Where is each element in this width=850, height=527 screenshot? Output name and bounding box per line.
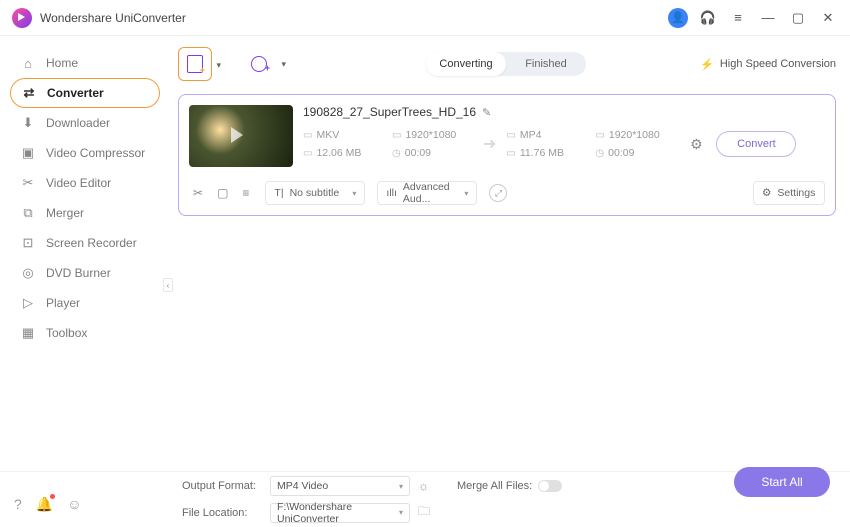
open-folder-icon[interactable]: 🗀 bbox=[418, 502, 430, 523]
audio-icon: ıllı bbox=[386, 187, 397, 199]
sidebar-item-dvd[interactable]: ◎DVD Burner bbox=[10, 258, 160, 288]
play-icon: ▷ bbox=[20, 295, 36, 311]
sidebar-item-toolbox[interactable]: ▦Toolbox bbox=[10, 318, 160, 348]
target-meta: ▭MP4 ▭1920*1080 ▭11.76 MB ◷00:09 bbox=[506, 129, 676, 159]
clock-icon: ◷ bbox=[392, 148, 401, 159]
app-title: Wondershare UniConverter bbox=[40, 11, 668, 25]
settings-dropdown[interactable]: ⚙Settings bbox=[753, 181, 825, 205]
info-icon[interactable]: ⤢ bbox=[489, 184, 507, 202]
sidebar-item-compressor[interactable]: ▣Video Compressor bbox=[10, 138, 160, 168]
footer: ? 🔔 ☺ Output Format: MP4 Video▾ ☼ Merge … bbox=[0, 471, 850, 527]
maximize-button[interactable]: ▢ bbox=[788, 8, 808, 28]
subtitle-icon: T| bbox=[274, 187, 283, 199]
resolution-icon: ▭ bbox=[595, 130, 604, 141]
format-icon: ▭ bbox=[303, 130, 312, 141]
edit-name-icon[interactable]: ✎ bbox=[482, 106, 491, 119]
clock-icon: ◷ bbox=[595, 148, 604, 159]
support-icon[interactable]: 🎧 bbox=[698, 8, 718, 28]
merge-toggle[interactable] bbox=[538, 480, 562, 492]
grid-icon: ▦ bbox=[20, 325, 36, 341]
sidebar-item-player[interactable]: ▷Player bbox=[10, 288, 160, 318]
scissors-icon: ✂ bbox=[20, 175, 36, 191]
sidebar-item-downloader[interactable]: ⬇Downloader bbox=[10, 108, 160, 138]
download-icon: ⬇ bbox=[20, 115, 36, 131]
app-logo-icon bbox=[12, 8, 32, 28]
resolution-icon: ▭ bbox=[392, 130, 401, 141]
sidebar-item-converter[interactable]: ⇄Converter bbox=[10, 78, 160, 108]
record-icon: ⊡ bbox=[20, 235, 36, 251]
file-plus-icon bbox=[187, 55, 203, 73]
titlebar: Wondershare UniConverter 👤 🎧 ≡ — ▢ ✕ bbox=[0, 0, 850, 36]
sidebar-item-recorder[interactable]: ⊡Screen Recorder bbox=[10, 228, 160, 258]
crop-icon[interactable]: ▢ bbox=[217, 186, 228, 200]
output-options-icon[interactable]: ☼ bbox=[418, 479, 429, 493]
format-icon: ▭ bbox=[506, 130, 515, 141]
video-thumbnail[interactable] bbox=[189, 105, 293, 167]
home-icon: ⌂ bbox=[20, 55, 36, 71]
add-file-button[interactable]: ▾ bbox=[178, 47, 212, 81]
sidebar-item-merger[interactable]: ⧉Merger bbox=[10, 198, 160, 228]
link-plus-icon bbox=[251, 56, 267, 72]
merge-label: Merge All Files: bbox=[457, 480, 532, 492]
feedback-icon[interactable]: ☺ bbox=[67, 496, 81, 513]
bolt-icon: ⚡ bbox=[700, 58, 714, 71]
source-meta: ▭MKV ▭1920*1080 ▭12.06 MB ◷00:09 bbox=[303, 129, 473, 159]
subtitle-dropdown[interactable]: T|No subtitle▾ bbox=[265, 181, 365, 205]
file-location-label: File Location: bbox=[182, 507, 262, 519]
output-format-label: Output Format: bbox=[182, 480, 262, 492]
tab-switch: Converting Finished bbox=[426, 52, 586, 76]
start-all-button[interactable]: Start All bbox=[734, 467, 830, 497]
sidebar: ⌂Home ⇄Converter ⬇Downloader ▣Video Comp… bbox=[0, 36, 170, 491]
merge-icon: ⧉ bbox=[20, 205, 36, 221]
file-name: 190828_27_SuperTrees_HD_16✎ bbox=[303, 105, 825, 119]
add-url-button[interactable]: ▾ bbox=[242, 47, 276, 81]
menu-icon[interactable]: ≡ bbox=[728, 8, 748, 28]
arrow-right-icon: ➜ bbox=[483, 134, 496, 154]
tab-finished[interactable]: Finished bbox=[506, 52, 586, 76]
converter-icon: ⇄ bbox=[21, 85, 37, 101]
convert-button[interactable]: Convert bbox=[716, 131, 796, 157]
compress-icon: ▣ bbox=[20, 145, 36, 161]
minimize-button[interactable]: — bbox=[758, 8, 778, 28]
size-icon: ▭ bbox=[506, 148, 515, 159]
tab-converting[interactable]: Converting bbox=[426, 52, 506, 76]
high-speed-toggle[interactable]: ⚡High Speed Conversion bbox=[700, 58, 836, 71]
help-icon[interactable]: ? bbox=[14, 496, 22, 513]
output-format-select[interactable]: MP4 Video▾ bbox=[270, 476, 410, 496]
size-icon: ▭ bbox=[303, 148, 312, 159]
audio-dropdown[interactable]: ıllıAdvanced Aud...▾ bbox=[377, 181, 477, 205]
sidebar-item-home[interactable]: ⌂Home bbox=[10, 48, 160, 78]
file-card: 190828_27_SuperTrees_HD_16✎ ▭MKV ▭1920*1… bbox=[178, 94, 836, 216]
file-location-select[interactable]: F:\Wondershare UniConverter▾ bbox=[270, 503, 410, 523]
user-avatar-icon[interactable]: 👤 bbox=[668, 8, 688, 28]
trim-icon[interactable]: ✂ bbox=[193, 186, 203, 200]
gear-icon: ⚙ bbox=[762, 187, 771, 199]
collapse-sidebar-button[interactable]: ‹ bbox=[163, 278, 173, 292]
effects-icon[interactable]: ≡ bbox=[242, 186, 249, 200]
close-button[interactable]: ✕ bbox=[818, 8, 838, 28]
sidebar-item-editor[interactable]: ✂Video Editor bbox=[10, 168, 160, 198]
output-settings-icon[interactable]: ⚙ bbox=[686, 134, 706, 154]
disc-icon: ◎ bbox=[20, 265, 36, 281]
toolbar: ▾ ▾ Converting Finished ⚡High Speed Conv… bbox=[178, 44, 836, 84]
notification-icon[interactable]: 🔔 bbox=[36, 496, 53, 513]
